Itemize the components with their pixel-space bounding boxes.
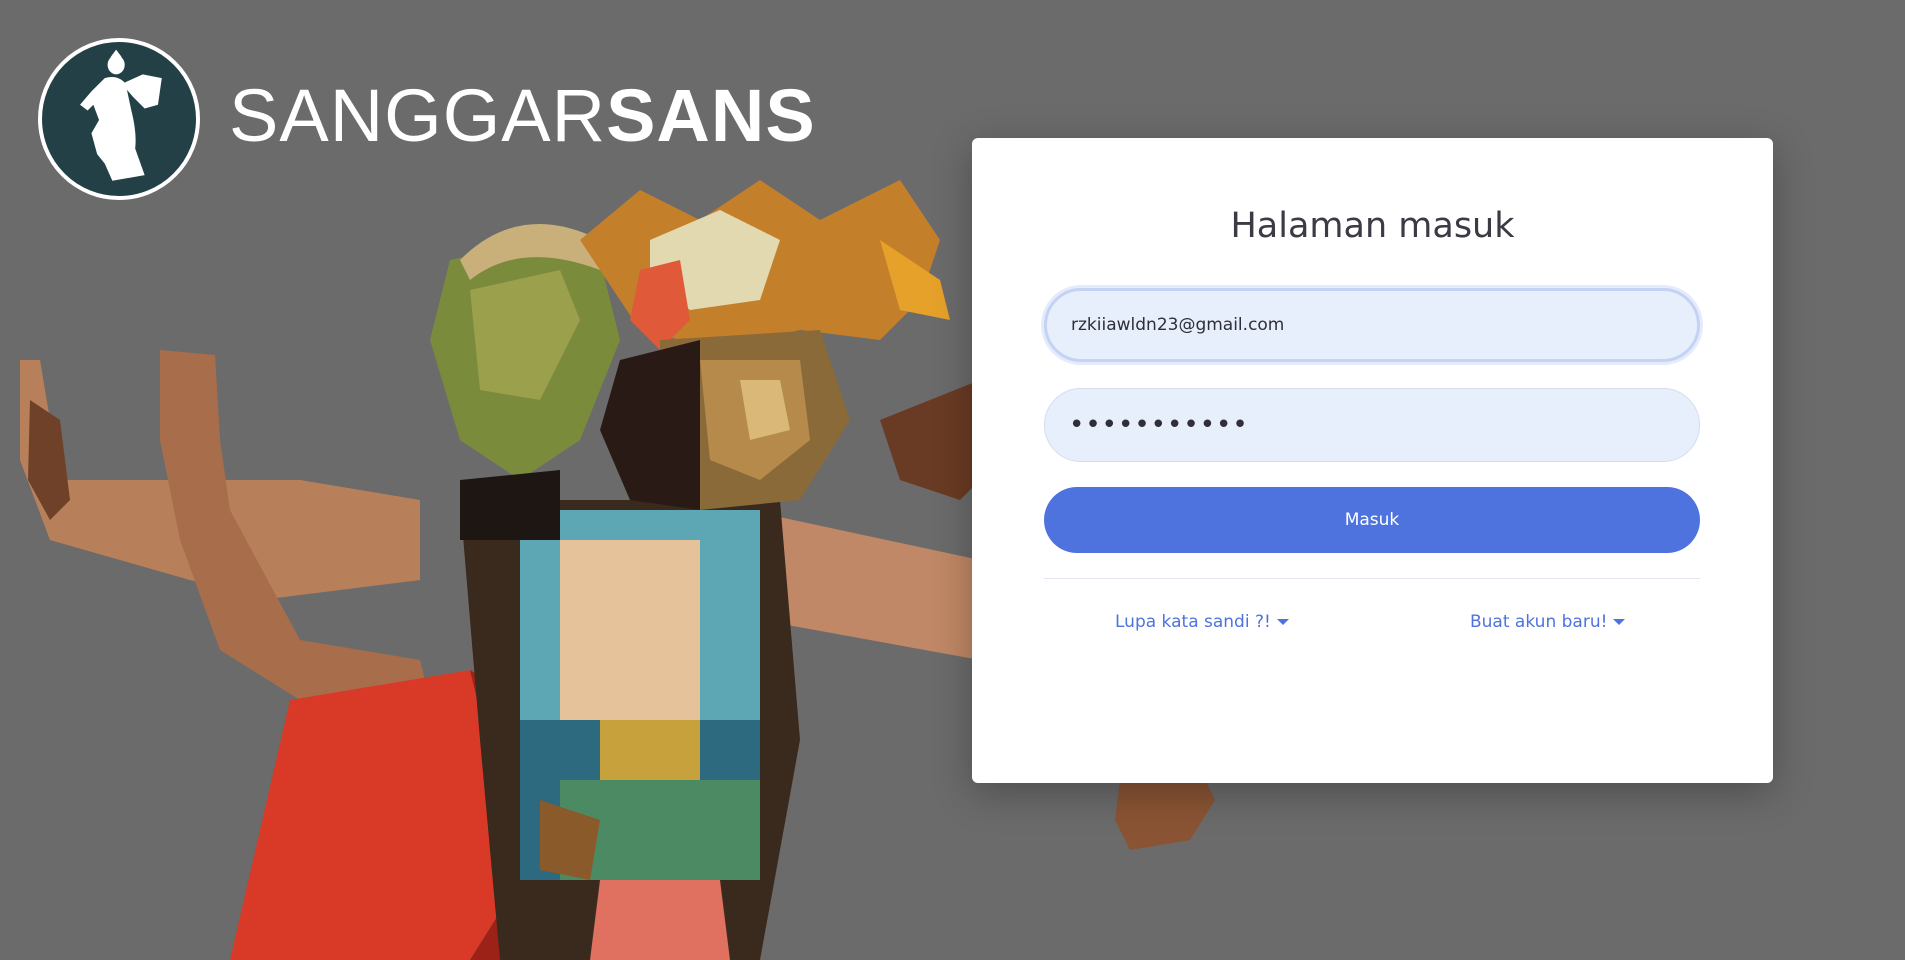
create-account-label: Buat akun baru! <box>1470 612 1608 632</box>
login-title: Halaman masuk <box>1230 206 1515 246</box>
forgot-password-link[interactable]: Lupa kata sandi ?! <box>1115 612 1289 632</box>
caret-down-icon <box>1276 619 1289 625</box>
caret-down-icon <box>1613 619 1626 625</box>
password-masked-value: ••••••••••• <box>1069 410 1249 440</box>
login-button[interactable]: Masuk <box>1044 487 1700 553</box>
divider <box>1044 578 1700 579</box>
password-input[interactable]: ••••••••••• <box>1044 388 1700 462</box>
brand-name-light: SANGGAR <box>229 74 607 157</box>
forgot-password-label: Lupa kata sandi ?! <box>1115 612 1271 632</box>
brand-name-bold: SANS <box>606 74 816 157</box>
email-input[interactable] <box>1044 288 1700 362</box>
dancer-logo-icon <box>38 38 200 200</box>
login-card: Halaman masuk ••••••••••• Masuk Lupa kat… <box>972 138 1773 783</box>
create-account-link[interactable]: Buat akun baru! <box>1470 612 1626 632</box>
brand-name: SANGGARSANS <box>229 72 816 160</box>
login-page: SANGGARSANS Halaman masuk rzkiiawldn23@g… <box>0 0 1905 960</box>
